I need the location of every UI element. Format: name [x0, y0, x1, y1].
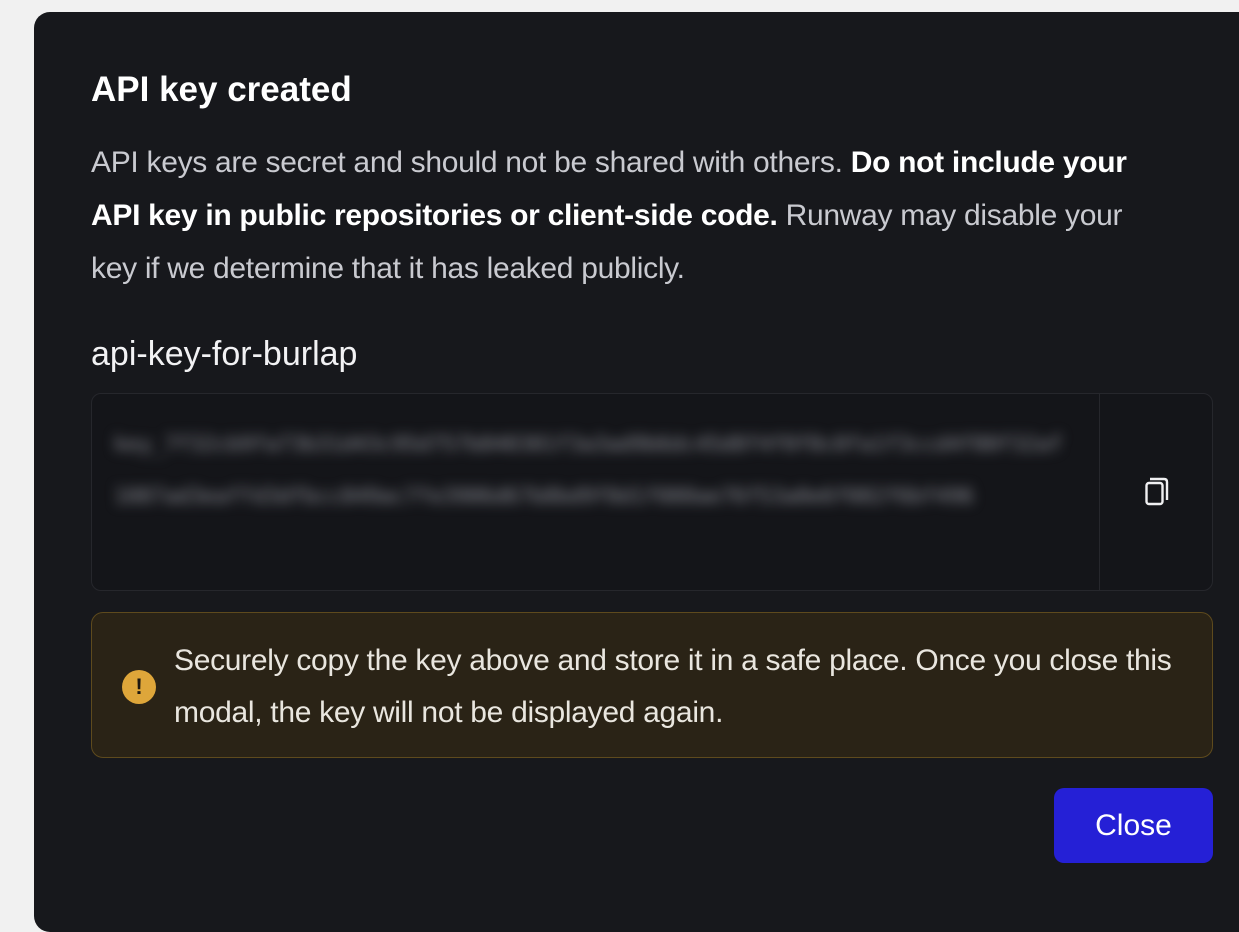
exclamation-icon: !	[122, 670, 156, 704]
api-key-field[interactable]: key_7f32cb9fa73b31d43c95d757b840301f3a3a…	[91, 393, 1213, 591]
api-key-value[interactable]: key_7f32cb9fa73b31d43c95d757b840301f3a3a…	[114, 418, 1074, 522]
warning-text: Securely copy the key above and store it…	[174, 644, 1172, 729]
copy-icon	[1143, 474, 1171, 511]
warning-callout: ! Securely copy the key above and store …	[91, 612, 1213, 758]
api-key-modal: API key created API keys are secret and …	[34, 12, 1239, 932]
key-name-label: api-key-for-burlap	[91, 335, 358, 373]
copy-key-button[interactable]	[1100, 394, 1212, 590]
close-button[interactable]: Close	[1054, 788, 1213, 863]
modal-title: API key created	[91, 70, 352, 109]
description-intro: API keys are secret and should not be sh…	[91, 146, 851, 179]
modal-description: API keys are secret and should not be sh…	[91, 136, 1171, 295]
